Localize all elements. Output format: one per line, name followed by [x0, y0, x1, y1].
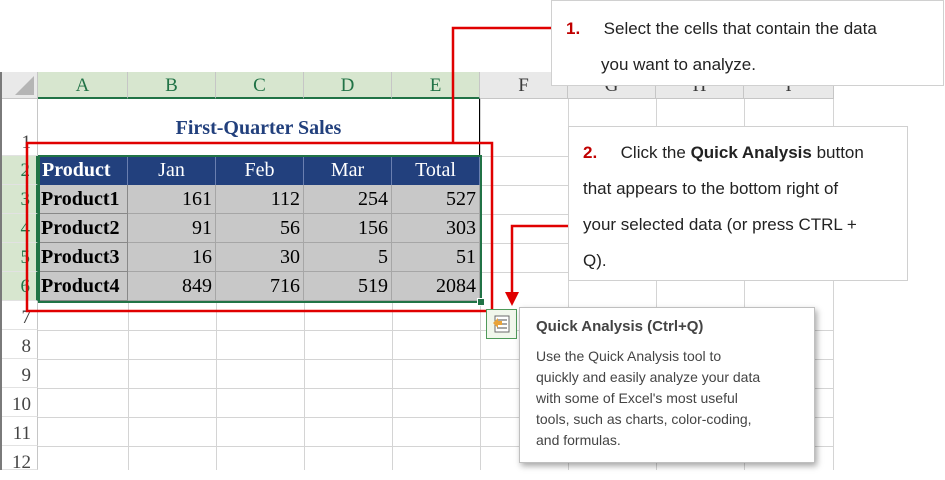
callout2-arrow-line: [510, 224, 568, 294]
quick-analysis-button[interactable]: [486, 309, 517, 339]
callout1-connector: [451, 26, 551, 143]
step-1-line2: you want to analyze.: [601, 55, 756, 74]
quick-analysis-icon: [493, 315, 510, 333]
step-2-line1-pre: Click the: [620, 143, 691, 162]
tooltip-line: Use the Quick Analysis tool to: [536, 348, 722, 364]
tooltip-line: quickly and easily analyze your data: [536, 369, 761, 385]
tooltip-title: Quick Analysis (Ctrl+Q): [536, 318, 704, 335]
step-1-number: 1.: [566, 19, 581, 38]
tooltip-line: with some of Excel's most useful: [536, 390, 738, 406]
callout-step-1: 1. Select the cells that contain the dat…: [551, 0, 944, 86]
step-2-line1-bold: Quick Analysis: [690, 143, 812, 162]
arrow-head-icon: [505, 292, 519, 306]
step-1-line1: Select the cells that contain the data: [603, 19, 877, 38]
quick-analysis-tooltip: Quick Analysis (Ctrl+Q) Use the Quick An…: [519, 307, 815, 463]
step-2-line4: Q).: [583, 251, 607, 270]
step-2-line2: that appears to the bottom right of: [583, 179, 839, 198]
tooltip-line: and formulas.: [536, 432, 621, 448]
selection-highlight-box: [25, 141, 494, 313]
step-2-number: 2.: [583, 143, 598, 162]
step-2-line3: your selected data (or press CTRL +: [583, 215, 857, 234]
step-2-line1-post: button: [811, 143, 864, 162]
callout-step-2: 2. Click the Quick Analysis button that …: [568, 126, 908, 281]
tooltip-line: tools, such as charts, color-coding,: [536, 411, 752, 427]
